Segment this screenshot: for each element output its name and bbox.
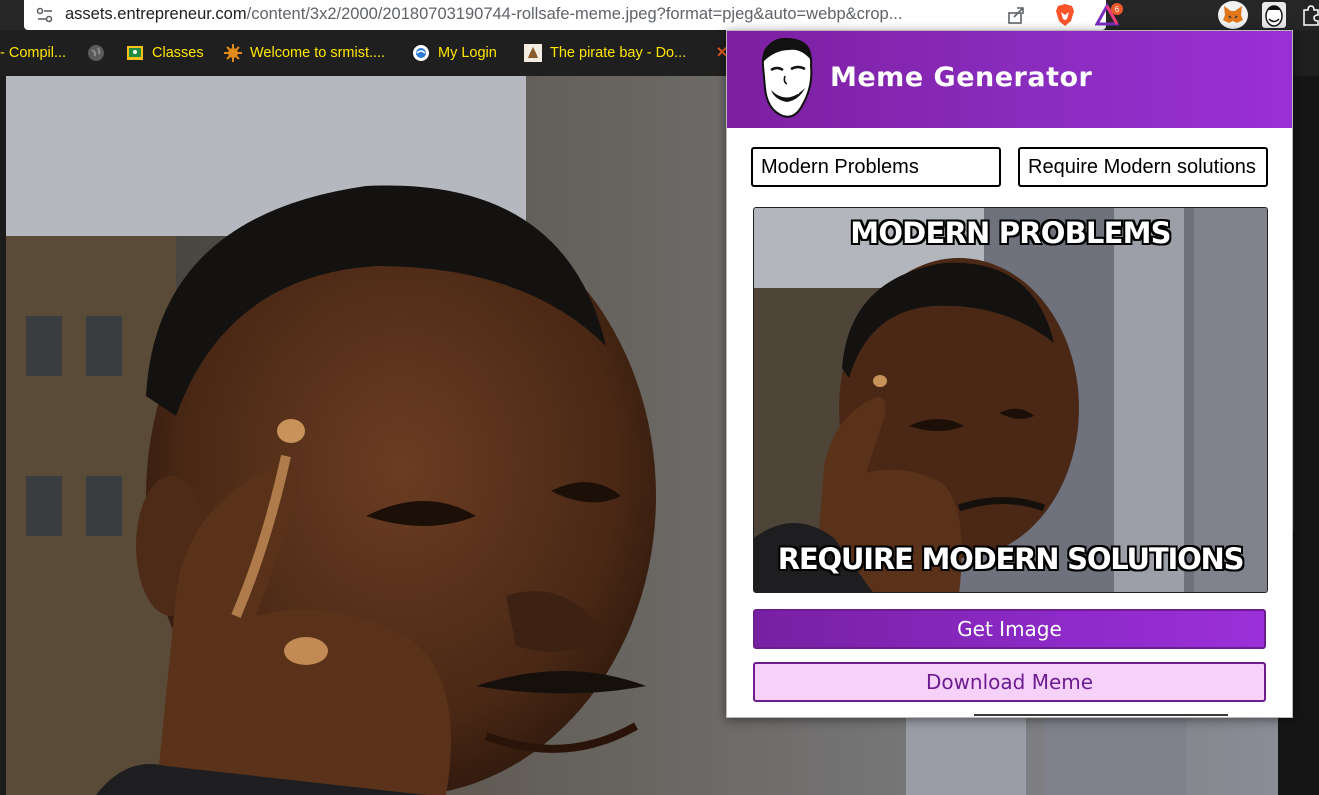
brave-rewards-icon[interactable]: 6 — [1094, 2, 1123, 27]
troll-face-logo-icon — [755, 36, 819, 122]
bookmark-label: My Login — [438, 45, 497, 61]
meme-top-caption: MODERN PROBLEMS — [850, 216, 1171, 250]
meme-preview-image — [754, 208, 1267, 592]
brave-shields-icon[interactable] — [1054, 3, 1076, 27]
bookmark-srmist[interactable]: Welcome to srmist.... — [224, 41, 385, 65]
popup-title: Meme Generator — [830, 62, 1093, 93]
meme-generator-popup: Meme Generator MODERN PROBLEMS REQUIRE M… — [726, 30, 1293, 718]
pirate-bay-icon — [524, 44, 542, 62]
share-icon[interactable] — [1006, 5, 1026, 25]
bookmark-label: - Compil... — [0, 45, 67, 61]
site-info-icon[interactable] — [36, 7, 54, 23]
bookmark-pirate-bay[interactable]: The pirate bay - Do... — [524, 41, 686, 65]
url-domain: assets.entrepreneur.com — [65, 5, 247, 23]
bottom-text-input[interactable] — [1018, 147, 1268, 187]
classroom-icon — [126, 44, 144, 62]
address-bar[interactable]: assets.entrepreneur.com/content/3x2/2000… — [24, 0, 1123, 30]
url-text[interactable]: assets.entrepreneur.com/content/3x2/2000… — [65, 5, 902, 24]
metamask-extension-icon[interactable] — [1218, 1, 1248, 29]
url-path: /content/3x2/2000/20180703190744-rollsaf… — [246, 5, 903, 23]
browser-toolbar: assets.entrepreneur.com/content/3x2/2000… — [0, 0, 1319, 30]
login-icon — [412, 44, 430, 62]
download-meme-button[interactable]: Download Meme — [753, 662, 1266, 702]
bookmark-my-login[interactable]: My Login — [412, 41, 497, 65]
globe-icon — [87, 44, 105, 62]
bookmark-globe[interactable] — [87, 41, 105, 65]
top-text-input[interactable] — [751, 147, 1001, 187]
popup-header: Meme Generator — [727, 31, 1292, 128]
meme-bottom-caption: REQUIRE MODERN SOLUTIONS — [777, 542, 1245, 576]
meme-preview: MODERN PROBLEMS REQUIRE MODERN SOLUTIONS — [753, 207, 1268, 593]
divider — [974, 714, 1228, 716]
bookmark-label: Welcome to srmist.... — [250, 45, 386, 61]
bookmark-compiler[interactable]: - Compil... — [0, 41, 66, 65]
svg-text:6: 6 — [1115, 5, 1120, 14]
bookmark-label: Classes — [152, 45, 204, 61]
meme-generator-extension-icon[interactable] — [1262, 2, 1286, 28]
bookmark-label: The pirate bay - Do... — [550, 45, 687, 61]
extensions-puzzle-icon[interactable] — [1302, 4, 1319, 26]
srm-icon — [224, 44, 242, 62]
bookmark-classes[interactable]: Classes — [126, 41, 204, 65]
get-image-button[interactable]: Get Image — [753, 609, 1266, 649]
